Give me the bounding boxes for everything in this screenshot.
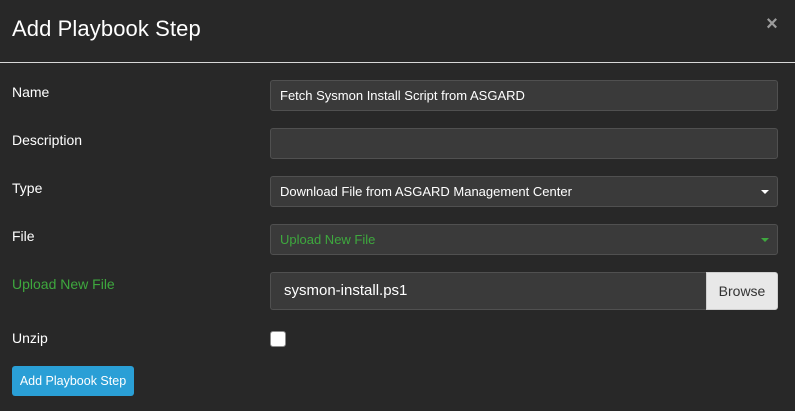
dialog-header: Add Playbook Step × (0, 0, 795, 63)
file-label: File (12, 228, 35, 244)
file-upload-group: sysmon-install.ps1 Browse (270, 272, 778, 310)
upload-filename-value: sysmon-install.ps1 (284, 282, 408, 299)
add-playbook-step-button[interactable]: Add Playbook Step (12, 366, 134, 396)
upload-filename-field[interactable]: sysmon-install.ps1 (270, 272, 707, 310)
description-label: Description (12, 132, 83, 148)
type-select-value: Download File from ASGARD Management Cen… (280, 184, 572, 199)
name-field-value: Fetch Sysmon Install Script from ASGARD (280, 88, 525, 103)
browse-button[interactable]: Browse (706, 272, 778, 310)
type-label: Type (12, 180, 43, 196)
description-field[interactable] (270, 128, 778, 159)
file-select[interactable]: Upload New File (270, 224, 778, 255)
unzip-checkbox[interactable] (270, 331, 286, 347)
unzip-label: Unzip (12, 330, 48, 346)
name-field[interactable]: Fetch Sysmon Install Script from ASGARD (270, 80, 778, 111)
dialog-title: Add Playbook Step (12, 16, 201, 41)
chevron-down-icon (761, 238, 769, 242)
chevron-down-icon (761, 190, 769, 194)
name-label: Name (12, 84, 50, 100)
type-select[interactable]: Download File from ASGARD Management Cen… (270, 176, 778, 207)
close-icon[interactable]: × (764, 14, 780, 34)
file-select-value: Upload New File (280, 232, 376, 247)
upload-file-label: Upload New File (12, 276, 115, 292)
